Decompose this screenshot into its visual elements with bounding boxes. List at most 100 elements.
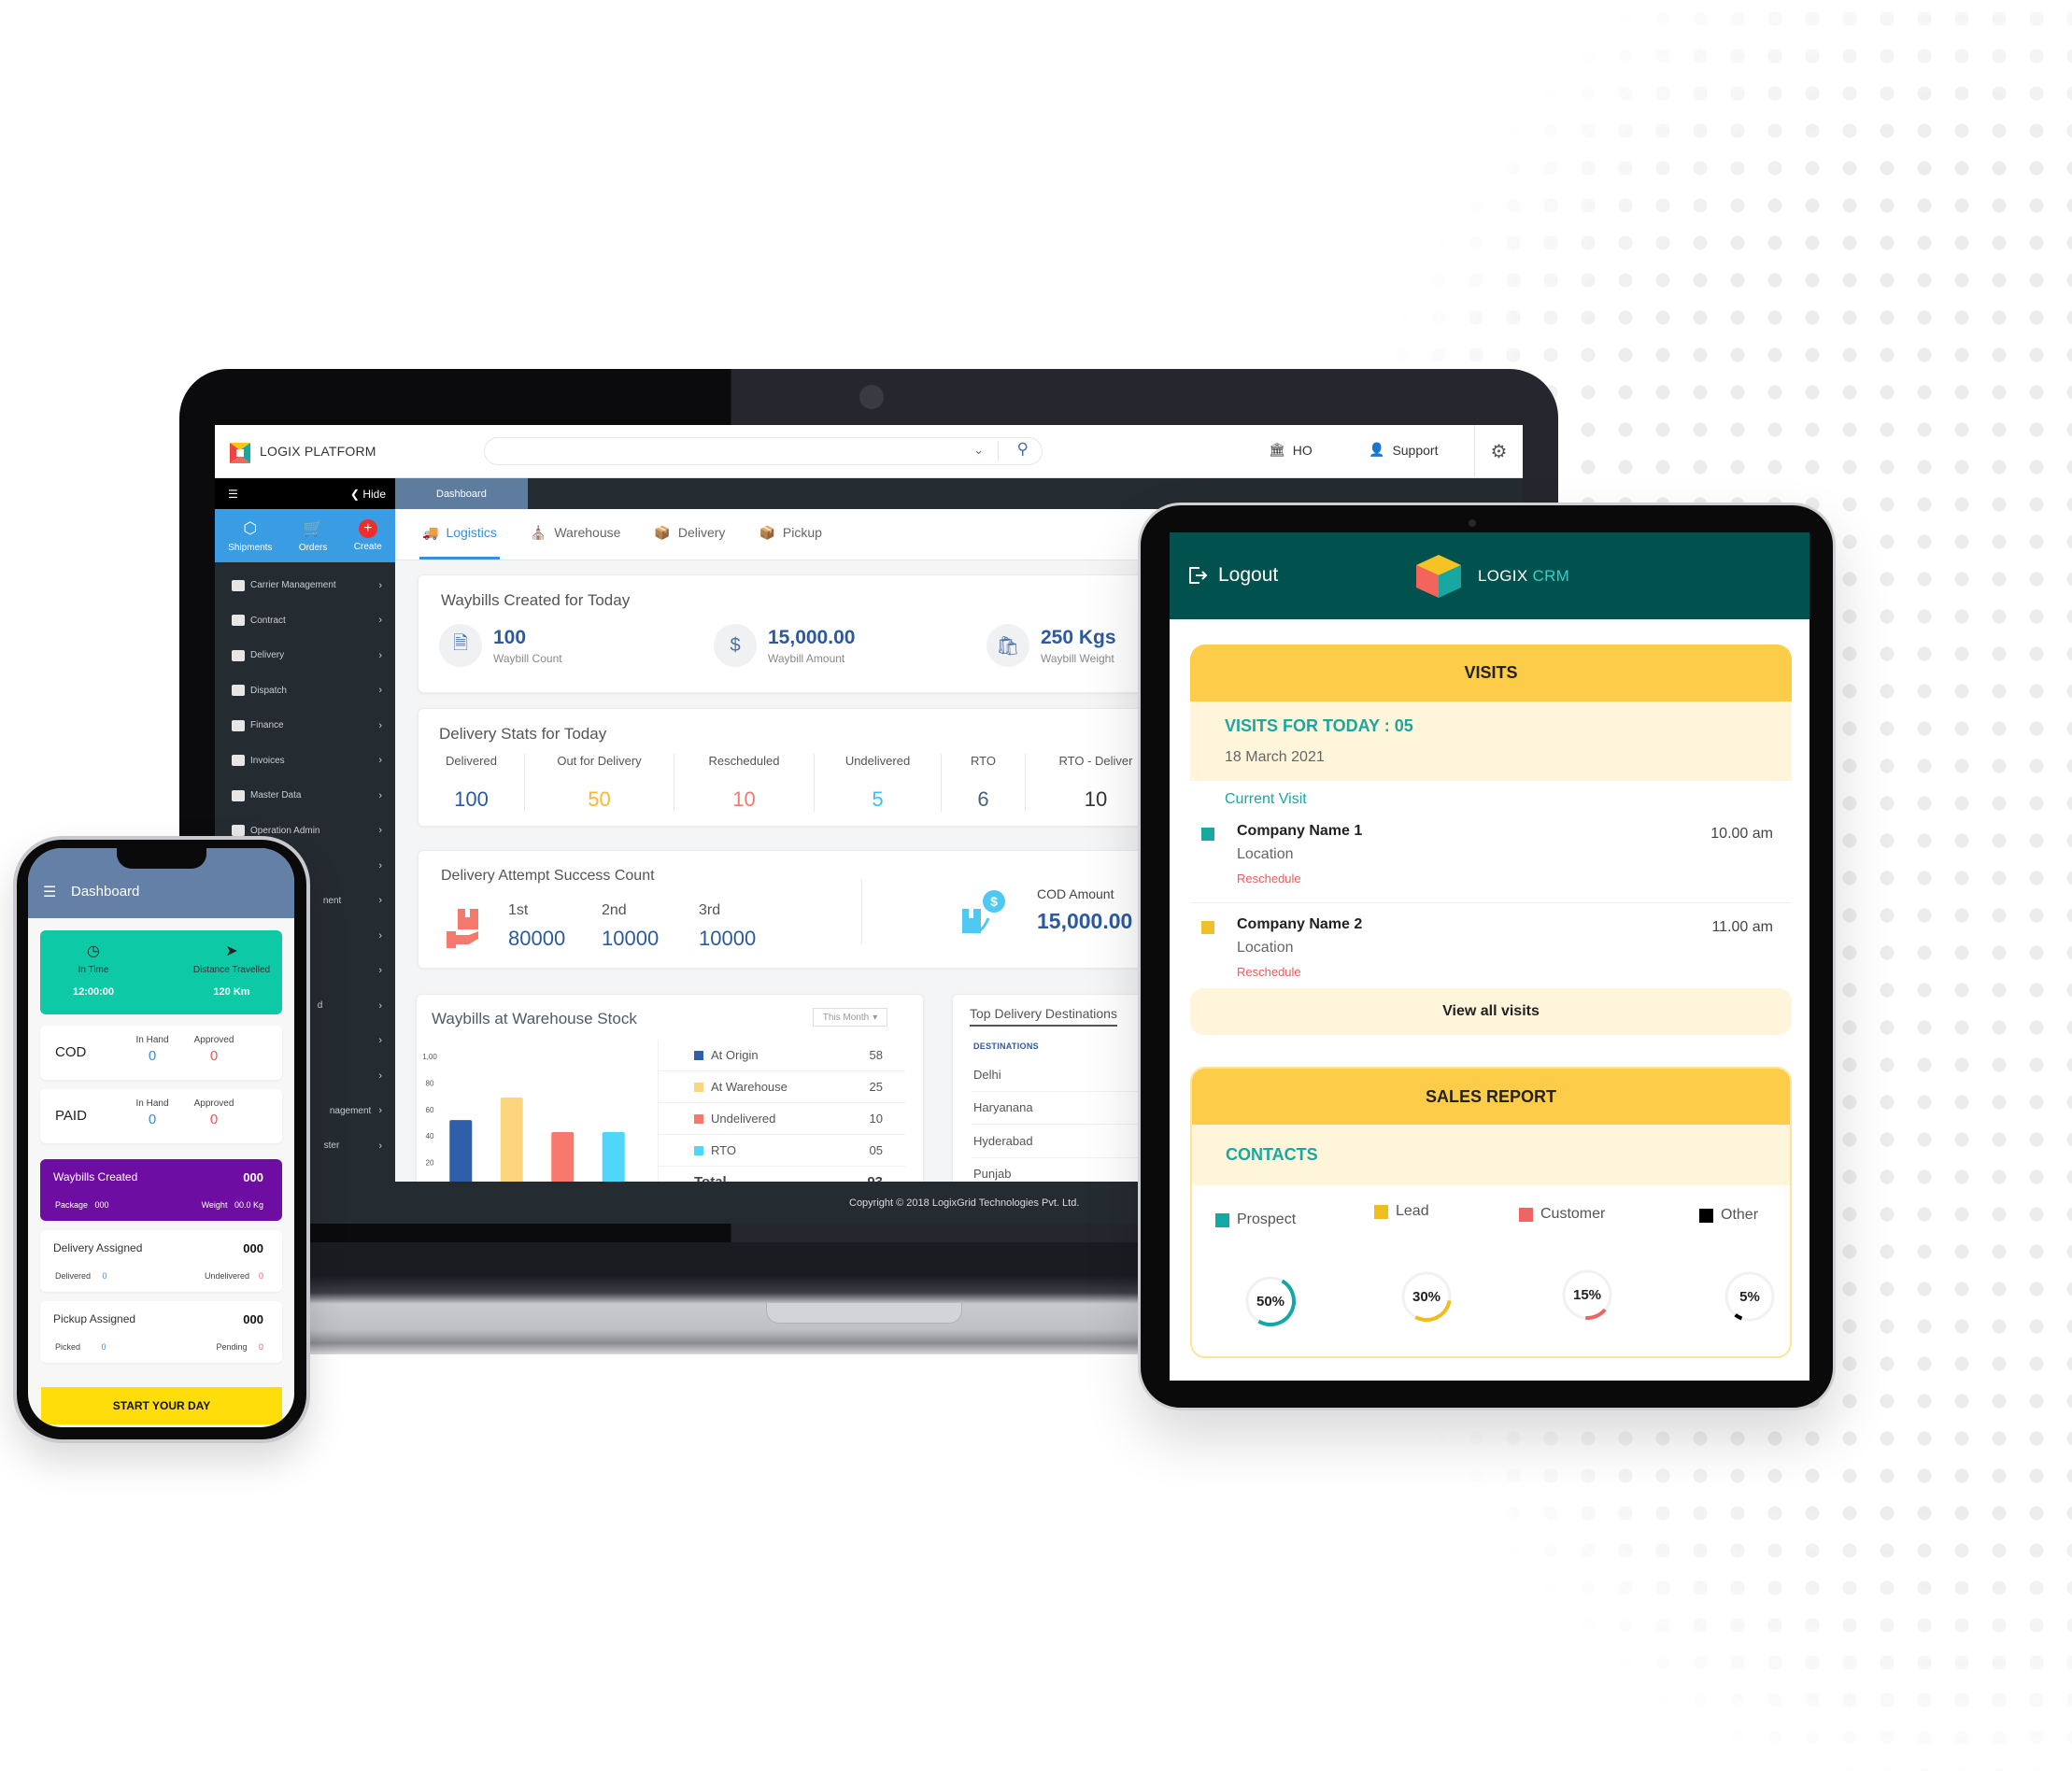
sidebar-item-label: Invoices [250,755,285,766]
legend-label: Other [1721,1207,1759,1223]
search-input[interactable]: ⌄ ⚲ [484,437,1043,465]
sidebar-item-label: Operation Admin [250,825,320,836]
brand-accent: CRM [1532,567,1570,585]
bar-warehouse[interactable] [500,1098,523,1189]
visits-summary: VISITS FOR TODAY : 05 18 March 2021 [1190,701,1792,781]
tab-logistics[interactable]: 🚚 Logistics [419,508,500,560]
user-icon: 👤 [1369,442,1385,457]
attempt-value: 10000 [699,927,757,950]
delivery-assigned-value: 000 [243,1241,263,1255]
visit-company: Company Name 2 [1237,916,1363,932]
chevron-right-icon: › [378,579,382,591]
stat-delivered: Delivered 100 [419,754,525,812]
logout-button[interactable]: Logout [1186,564,1278,587]
chevron-right-icon: › [378,1105,382,1117]
sidebar-item-dispatch[interactable]: Dispatch › [215,673,395,709]
stat-label: RTO - Deliver [1058,754,1133,768]
support-link[interactable]: 👤 Support [1369,442,1438,458]
visit-item[interactable]: Company Name 1 Location Reschedule 10.00… [1201,820,1781,904]
visit-time: 10.00 am [1710,826,1773,842]
distance-stat: ➤ Distance Travelled 120 Km [185,942,278,998]
card-title: Top Delivery Destinations [970,1006,1117,1027]
waybill-amount-stat: $ 15,000.00 Waybill Amount [714,624,855,667]
chevron-right-icon: › [378,649,382,661]
card-title: Delivery Attempt Success Count [441,868,655,884]
period-select[interactable]: This Month ▾ [813,1008,887,1027]
bar-undelivered[interactable] [551,1131,575,1189]
search-divider [998,441,999,461]
visit-time: 11.00 am [1711,919,1773,935]
bar-rto[interactable] [602,1131,625,1189]
crm-header: Logout LOGIX CRM [1170,532,1809,619]
logout-label: Logout [1218,564,1279,586]
donut-percent: 5% [1739,1288,1760,1305]
stat-label: Waybill Amount [768,651,845,665]
stat-label: Waybill Count [493,651,562,665]
laptop-notch [766,1303,962,1324]
chevron-down-icon[interactable]: ⌄ [973,443,984,458]
attempt-1st: 1st 80000 [508,902,565,951]
dollar-icon: $ [714,624,757,667]
quick-create[interactable]: + Create [354,519,382,552]
chevron-right-icon: › [378,999,382,1012]
current-visit-label: Current Visit [1225,791,1307,807]
delivered-value: 0 [102,1271,107,1281]
stat-label: Rescheduled [708,754,780,768]
pickup-assigned-label: Pickup Assigned [53,1312,136,1325]
copyright-text: Copyright © 2018 LogixGrid Technologies … [849,1197,1080,1209]
legend-label: RTO [711,1143,736,1157]
cod-value: 15,000.00 [1037,909,1133,933]
sidebar-item-label: Delivery [250,650,285,661]
box-icon: ⬡ [243,519,258,537]
view-all-visits-button[interactable]: View all visits [1190,988,1792,1035]
tab-pickup[interactable]: 📦 Pickup [756,508,824,560]
logout-icon [1189,567,1208,584]
hamburger-menu-icon[interactable]: ☰ [228,488,238,501]
phone-app-screen: ☰ Dashboard ◷ In Time 12:00:00 ➤ Distanc… [28,848,294,1427]
in-hand-value: 0 [148,1112,157,1127]
ho-link[interactable]: 🏛 HO [1269,442,1313,458]
tab-delivery[interactable]: 📦 Delivery [651,508,728,560]
approved-value: 0 [209,1112,219,1127]
delivery-icon: 📦 [654,524,671,540]
chevron-right-icon: › [378,1035,382,1047]
start-your-day-button[interactable]: START YOUR DAY [41,1387,282,1424]
legend-label: Customer [1540,1206,1606,1222]
approved-label: Approved [193,1035,234,1045]
reschedule-link[interactable]: Reschedule [1237,965,1301,979]
hide-sidebar-button[interactable]: ❮ Hide [350,488,386,501]
tab-dashboard[interactable]: Dashboard [395,478,528,509]
sidebar-item-carrier-management[interactable]: Carrier Management › [215,568,395,603]
y-tick-label: 40 [426,1132,434,1141]
hamburger-menu-icon[interactable]: ☰ [43,883,56,901]
divider [1190,902,1792,903]
waybill-weight-stat: 🛍 250 Kgs Waybill Weight [986,624,1116,667]
destinations-column-header: DESTINATIONS [973,1041,1039,1051]
quick-shipments[interactable]: ⬡ Shipments [228,518,272,553]
stat-value: 5 [872,787,884,811]
legend-label: Prospect [1237,1211,1297,1227]
sidebar-item-invoices[interactable]: Invoices › [215,744,395,779]
settings-button[interactable]: ⚙ [1474,425,1523,478]
legend-other: Other [1699,1207,1758,1224]
reschedule-link[interactable]: Reschedule [1237,871,1301,886]
search-icon[interactable]: ⚲ [1017,440,1029,459]
sidebar-item-master-data[interactable]: Master Data › [215,778,395,814]
weight-label: Weight [201,1200,228,1210]
top-bar: LOGIX PLATFORM ⌄ ⚲ 🏛 HO 👤 Support ⚙ [215,425,1523,478]
y-tick-label: 60 [426,1106,434,1114]
sidebar-item-delivery[interactable]: Delivery › [215,638,395,673]
logix-crm-screen: Logout LOGIX CRM VISITS VISITS FOR TODAY… [1170,532,1809,1381]
brand-main: LOGIX [1478,567,1528,585]
legend-customer: Customer [1519,1206,1605,1223]
visit-item[interactable]: Company Name 2 Location Reschedule 11.00… [1201,914,1781,998]
crm-brand: LOGIX CRM [1478,567,1569,586]
quick-orders[interactable]: 🛒 Orders [299,518,328,553]
time-distance-card: ◷ In Time 12:00:00 ➤ Distance Travelled … [40,930,282,1014]
sidebar-item-finance[interactable]: Finance › [215,708,395,744]
tab-warehouse[interactable]: ⛪ Warehouse [528,508,624,560]
bar-at-origin[interactable] [449,1120,473,1189]
legend-row: Undelivered 10 [659,1103,905,1135]
sidebar-header: ☰ ❮ Hide [215,478,395,509]
sidebar-item-contract[interactable]: Contract › [215,603,395,639]
